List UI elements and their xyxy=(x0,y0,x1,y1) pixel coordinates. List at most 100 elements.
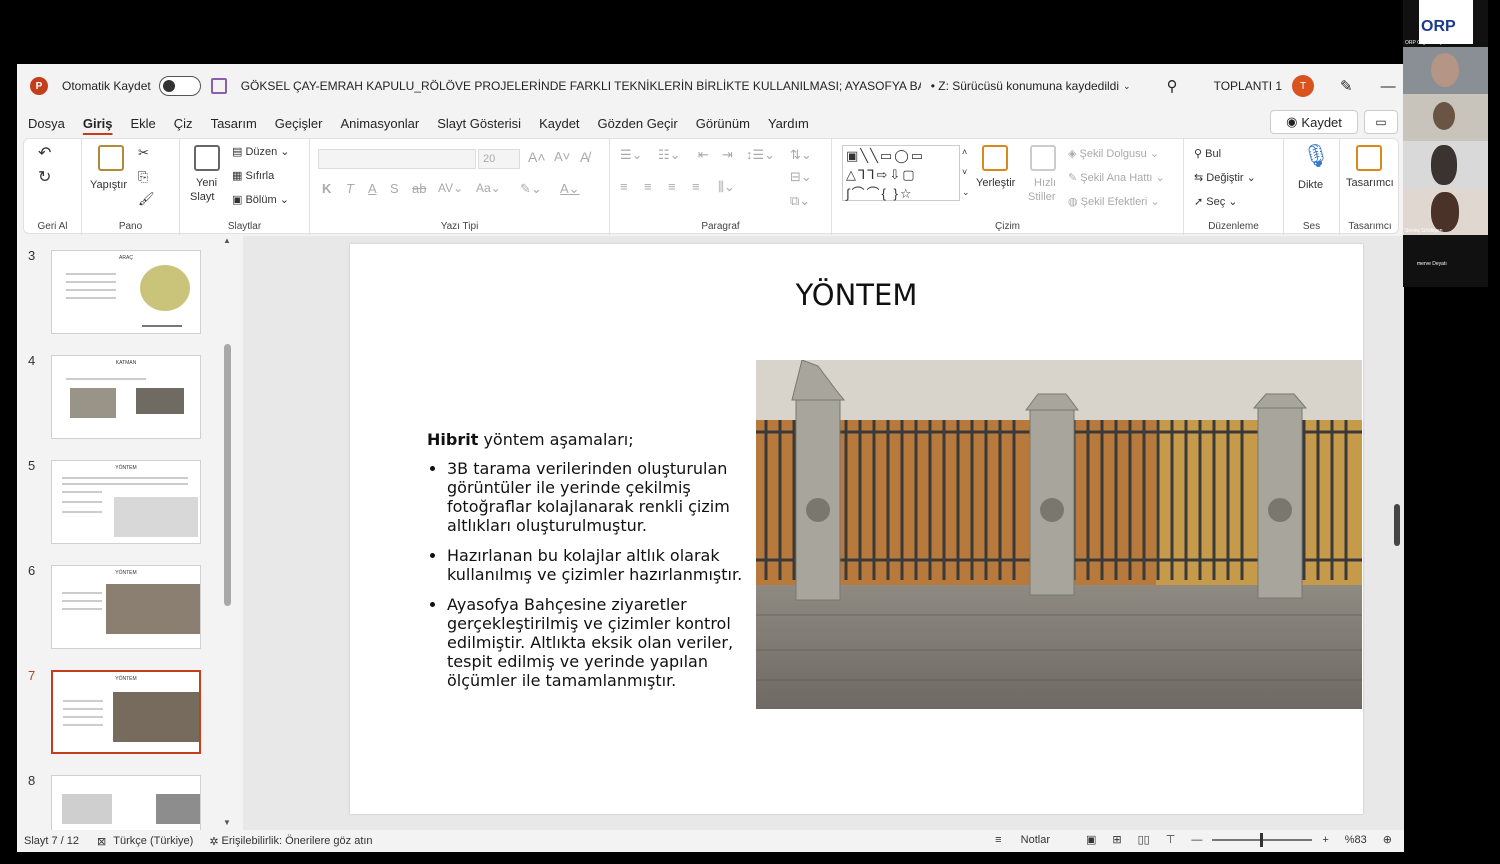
designer-button[interactable]: Tasarımcı xyxy=(1346,177,1394,189)
participant-tile[interactable]: ORP ORP Organizasyon xyxy=(1403,0,1488,47)
shapes-gallery[interactable]: ▣╲╲▭◯▭ △⅂⅂⇨⇩▢ ∫⌒⌒{ }☆ xyxy=(842,145,960,201)
font-family-box[interactable] xyxy=(318,149,476,169)
participant-tile[interactable] xyxy=(1403,47,1488,94)
slide-title[interactable]: YÖNTEM xyxy=(350,278,1363,312)
scroll-up-icon[interactable]: ▲ xyxy=(223,236,231,245)
tab-file[interactable]: Dosya xyxy=(28,116,65,131)
fit-slide-icon[interactable]: ⊕ xyxy=(1383,833,1392,846)
current-slide[interactable]: YÖNTEM Hibrit yöntem aşamaları; 3B taram… xyxy=(350,244,1363,814)
reading-view-icon[interactable]: ▯▯ xyxy=(1138,833,1150,846)
slide-sorter-icon[interactable]: ⊞ xyxy=(1112,833,1121,846)
fence-photo[interactable] xyxy=(756,360,1362,709)
meeting-name[interactable]: TOPLANTI 1 xyxy=(1214,79,1282,93)
format-painter-icon[interactable]: 🖌 xyxy=(138,191,155,207)
section-button[interactable]: ▣ Bölüm ⌄ xyxy=(232,193,289,206)
slide-thumbnail-5[interactable]: YÖNTEM xyxy=(51,460,201,544)
quick-styles-label-1[interactable]: Hızlı xyxy=(1034,177,1056,189)
new-slide-label-1[interactable]: Yeni xyxy=(196,177,217,189)
shrink-font-icon[interactable]: A˅ xyxy=(554,149,570,164)
reset-button[interactable]: ▦ Sıfırla xyxy=(232,169,274,182)
change-case-icon[interactable]: Aa⌄ xyxy=(476,181,501,195)
slide-editor-scrollbar[interactable] xyxy=(1390,236,1404,830)
paste-button[interactable]: Yapıştır xyxy=(90,179,127,191)
editor-scrollbar-thumb[interactable] xyxy=(1394,504,1400,546)
char-spacing-icon[interactable]: AV⌄ xyxy=(438,181,463,195)
tab-transitions[interactable]: Geçişler xyxy=(275,116,323,131)
arrange-button[interactable]: Yerleştir xyxy=(976,177,1015,189)
tab-design[interactable]: Tasarım xyxy=(211,116,257,131)
user-avatar[interactable]: T xyxy=(1292,75,1315,97)
tab-help[interactable]: Yardım xyxy=(768,116,809,131)
shape-effects-button[interactable]: ◍ Şekil Efektleri ⌄ xyxy=(1068,195,1160,208)
tab-view[interactable]: Görünüm xyxy=(696,116,750,131)
language[interactable]: Türkçe (Türkiye) xyxy=(113,835,193,847)
minimize-icon[interactable]: — xyxy=(1381,78,1396,95)
tab-record[interactable]: Kaydet xyxy=(539,116,579,131)
underline-icon[interactable]: A xyxy=(368,181,377,196)
quick-styles-label-2[interactable]: Stiller xyxy=(1028,191,1056,203)
tab-slideshow[interactable]: Slayt Gösterisi xyxy=(437,116,521,131)
bullets-icon[interactable]: ☰⌄ xyxy=(620,147,643,163)
align-center-icon[interactable]: ≡ xyxy=(644,179,652,194)
select-button[interactable]: ➚ Seç ⌄ xyxy=(1194,195,1238,208)
document-title[interactable]: GÖKSEL ÇAY-EMRAH KAPULU_RÖLÖVE PROJELERİ… xyxy=(241,79,921,93)
slideshow-icon[interactable]: ⊤ xyxy=(1166,833,1176,846)
text-direction-icon[interactable]: ⇅⌄ xyxy=(790,147,812,163)
smartart-icon[interactable]: ⧉⌄ xyxy=(790,193,810,209)
redo-icon[interactable]: ↻ xyxy=(38,167,51,187)
new-slide-label-2[interactable]: Slayt xyxy=(190,191,214,203)
tab-insert[interactable]: Ekle xyxy=(130,116,155,131)
participant-tile[interactable]: merve Deyatı xyxy=(1403,240,1488,287)
slide-body-text[interactable]: Hibrit yöntem aşamaları; 3B tarama veril… xyxy=(427,430,757,701)
font-color-icon[interactable]: A⌄ xyxy=(560,181,580,197)
chevron-down-icon[interactable]: ⌄ xyxy=(1123,81,1131,92)
scroll-down-icon[interactable]: ▼ xyxy=(223,818,231,827)
accessibility-icon[interactable]: ✲ xyxy=(209,835,218,848)
undo-icon[interactable]: ↶ xyxy=(38,143,51,163)
decrease-indent-icon[interactable]: ⇤ xyxy=(698,147,709,163)
zoom-out-icon[interactable]: — xyxy=(1191,834,1202,846)
line-spacing-icon[interactable]: ↕☰⌄ xyxy=(746,147,775,163)
strikethrough-icon[interactable]: ab xyxy=(412,181,426,196)
participant-tile[interactable] xyxy=(1403,141,1488,188)
highlight-icon[interactable]: ✎⌄ xyxy=(520,181,542,197)
align-text-icon[interactable]: ⊟⌄ xyxy=(790,169,812,185)
search-icon[interactable]: ⚲ xyxy=(1167,77,1178,95)
find-button[interactable]: ⚲ Bul xyxy=(1194,147,1221,160)
tab-review[interactable]: Gözden Geçir xyxy=(598,116,678,131)
zoom-slider[interactable] xyxy=(1212,832,1313,847)
scrollbar-thumb[interactable] xyxy=(224,344,231,606)
save-location[interactable]: • Z: Sürücüsü konumuna kaydedildi xyxy=(931,79,1119,93)
tab-animations[interactable]: Animasyonlar xyxy=(340,116,419,131)
new-slide-icon[interactable] xyxy=(194,145,220,171)
justify-icon[interactable]: ≡ xyxy=(692,179,700,194)
slide-thumbnail-4[interactable]: KATMAN xyxy=(51,355,201,439)
font-size-box[interactable]: 20 xyxy=(478,149,520,169)
spellcheck-icon[interactable]: ⊠ xyxy=(97,835,106,848)
columns-icon[interactable]: ⫼⌄ xyxy=(718,179,735,195)
shadow-icon[interactable]: S xyxy=(390,181,399,196)
align-left-icon[interactable]: ≡ xyxy=(620,179,628,194)
paste-icon[interactable] xyxy=(98,145,124,171)
normal-view-icon[interactable]: ▣ xyxy=(1086,833,1096,846)
designer-icon[interactable] xyxy=(1356,145,1382,171)
microphone-icon[interactable]: 🎙 xyxy=(1302,143,1330,169)
gallery-more-icon[interactable]: ⌄ xyxy=(962,187,970,198)
bold-icon[interactable]: K xyxy=(322,181,331,196)
grow-font-icon[interactable]: A˄ xyxy=(528,149,546,165)
numbering-icon[interactable]: ☷⌄ xyxy=(658,147,681,163)
increase-indent-icon[interactable]: ⇥ xyxy=(722,147,733,163)
record-button[interactable]: ◉ Kaydet xyxy=(1270,110,1358,134)
cut-icon[interactable]: ✂ xyxy=(138,145,149,161)
slide-thumbnail-7[interactable]: YÖNTEM xyxy=(51,670,201,754)
accessibility-status[interactable]: Erişilebilirlik: Önerilere göz atın xyxy=(222,835,373,847)
layout-button[interactable]: ▤ Düzen ⌄ xyxy=(232,145,290,158)
comment-button[interactable]: ▭ xyxy=(1364,110,1398,134)
save-icon[interactable] xyxy=(210,78,227,94)
thumbnails-scrollbar[interactable]: ▲ ▼ xyxy=(223,236,233,830)
italic-icon[interactable]: T xyxy=(346,181,354,196)
align-right-icon[interactable]: ≡ xyxy=(668,179,676,194)
copy-icon[interactable]: ⎘ xyxy=(138,169,148,185)
shape-outline-button[interactable]: ✎ Şekil Ana Hattı ⌄ xyxy=(1068,171,1165,184)
autosave-toggle[interactable] xyxy=(158,76,201,96)
